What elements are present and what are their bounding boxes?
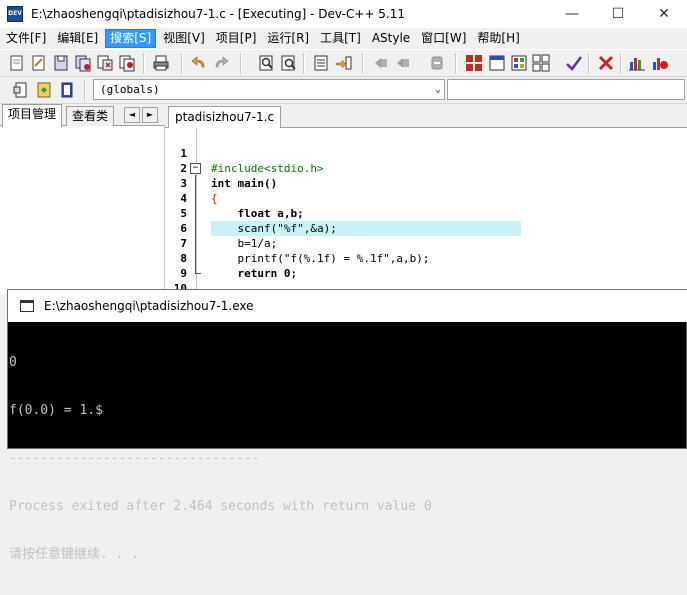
menu-help[interactable]: 帮助[H] xyxy=(473,29,523,48)
code-line-9: 9 xyxy=(165,251,687,280)
code-line-1: 1 #include<stdio.h> xyxy=(165,131,687,175)
code-line-2: 2 int main() xyxy=(165,146,687,190)
menu-edit[interactable]: 编辑[E] xyxy=(53,29,102,48)
chevron-down-icon[interactable]: ⌄ xyxy=(435,80,441,99)
menu-view[interactable]: 视图[V] xyxy=(159,29,209,48)
delete-profile-icon[interactable] xyxy=(651,54,669,72)
code-line-6: 6 b=1/a; xyxy=(165,206,687,250)
code-line-3: 3 { xyxy=(165,161,687,205)
run-icon[interactable] xyxy=(488,54,506,72)
menu-project[interactable]: 项目[P] xyxy=(212,29,261,48)
secondary-toolbar: (globals) ⌄ xyxy=(0,77,687,104)
console-line: Process exited after 2.464 seconds with … xyxy=(9,499,432,514)
console-title-bar: E:\zhaoshengqi\ptadisizhou7-1.exe xyxy=(8,290,687,322)
function-dropdown[interactable] xyxy=(447,79,685,100)
compile-run-icon[interactable] xyxy=(510,54,528,72)
goto-bookmark2-icon[interactable] xyxy=(58,81,76,99)
code-line-8: 8 return 0; xyxy=(165,236,687,280)
project-panel-tabs: 项目管理 查看类 ◄ ► xyxy=(0,104,165,127)
tab-project-manager[interactable]: 项目管理 xyxy=(2,104,63,127)
tab-scroll-right-icon[interactable]: ► xyxy=(142,107,158,123)
menu-search[interactable]: 搜索[S] xyxy=(105,29,157,48)
print-icon[interactable] xyxy=(152,54,170,72)
console-window[interactable]: E:\zhaoshengqi\ptadisizhou7-1.exe 0 f(0.… xyxy=(7,289,687,562)
close-all-icon[interactable] xyxy=(118,54,136,72)
menu-tools[interactable]: 工具[T] xyxy=(316,29,365,48)
tab-scroll-left-icon[interactable]: ◄ xyxy=(124,107,140,123)
main-toolbar xyxy=(0,49,687,77)
save-file-icon[interactable] xyxy=(52,54,70,72)
code-line-10: 10 } xyxy=(165,266,687,310)
insert-icon[interactable] xyxy=(12,81,30,99)
fold-guide-line xyxy=(195,175,196,273)
project-back-icon[interactable] xyxy=(372,54,390,72)
goto-bookmark-icon[interactable] xyxy=(334,54,352,72)
toggle-bookmark-icon[interactable] xyxy=(35,81,53,99)
profile-analysis-icon[interactable] xyxy=(628,54,646,72)
console-title: E:\zhaoshengqi\ptadisizhou7-1.exe xyxy=(44,299,254,313)
console-line: 0 xyxy=(9,355,17,370)
console-line: -------------------------------- xyxy=(9,451,260,466)
menu-window[interactable]: 窗口[W] xyxy=(417,29,470,48)
code-editor[interactable]: 1 #include<stdio.h> 2 int main() 3 { 4 f… xyxy=(165,128,687,310)
menu-execute[interactable]: 运行[R] xyxy=(263,29,313,48)
tab-class-view[interactable]: 查看类 xyxy=(66,106,115,126)
stop-execution-icon[interactable] xyxy=(597,54,615,72)
replace-icon[interactable] xyxy=(280,54,298,72)
window-title: E:\zhaoshengqi\ptadisizhou7-1.c - [Execu… xyxy=(31,7,405,21)
console-line: 请按任意键继续. . . xyxy=(9,547,140,562)
save-all-icon[interactable] xyxy=(74,54,92,72)
goto-line-icon[interactable] xyxy=(312,54,330,72)
tab-ptadisizhou7-1[interactable]: ptadisizhou7-1.c xyxy=(168,106,282,129)
close-button[interactable]: ✕ xyxy=(641,0,687,28)
find-icon[interactable] xyxy=(258,54,276,72)
menu-file[interactable]: 文件[F] xyxy=(2,29,50,48)
minimize-button[interactable]: — xyxy=(549,0,595,28)
project-forward-icon[interactable] xyxy=(394,54,412,72)
close-file-icon[interactable] xyxy=(96,54,114,72)
new-file-icon[interactable] xyxy=(8,54,26,72)
syntax-check-icon[interactable] xyxy=(565,54,583,72)
title-bar: DEV E:\zhaoshengqi\ptadisizhou7-1.c - [E… xyxy=(0,0,687,28)
maximize-button[interactable]: ☐ xyxy=(595,0,641,28)
code-line-4: 4 float a,b; xyxy=(165,176,687,220)
redo-icon[interactable] xyxy=(212,54,230,72)
editor-tab-bar: ptadisizhou7-1.c xyxy=(165,104,687,129)
fold-collapse-icon[interactable]: − xyxy=(190,163,201,174)
fold-guide-end xyxy=(195,273,201,274)
rebuild-all-icon[interactable] xyxy=(532,54,550,72)
project-options-icon[interactable] xyxy=(428,54,446,72)
class-browser-value: (globals) xyxy=(100,83,160,96)
class-browser-dropdown[interactable]: (globals) ⌄ xyxy=(93,79,445,100)
compile-icon[interactable] xyxy=(465,54,483,72)
code-line-7: 7 printf("f(%.1f) = %.1f",a,b); xyxy=(165,221,687,265)
menu-astyle[interactable]: AStyle xyxy=(368,29,414,48)
code-line-5: 5 scanf("%f",&a); xyxy=(165,191,687,236)
project-panel: 项目管理 查看类 ◄ ► xyxy=(0,104,165,294)
console-window-icon xyxy=(20,300,34,312)
console-output: 0 f(0.0) = 1.$ -------------------------… xyxy=(8,322,687,562)
open-file-icon[interactable] xyxy=(30,54,48,72)
console-line: f(0.0) = 1.$ xyxy=(9,403,103,418)
menu-bar: 文件[F] 编辑[E] 搜索[S] 视图[V] 项目[P] 运行[R] 工具[T… xyxy=(0,28,687,49)
undo-icon[interactable] xyxy=(190,54,208,72)
devcpp-app-icon[interactable]: DEV xyxy=(7,6,23,22)
